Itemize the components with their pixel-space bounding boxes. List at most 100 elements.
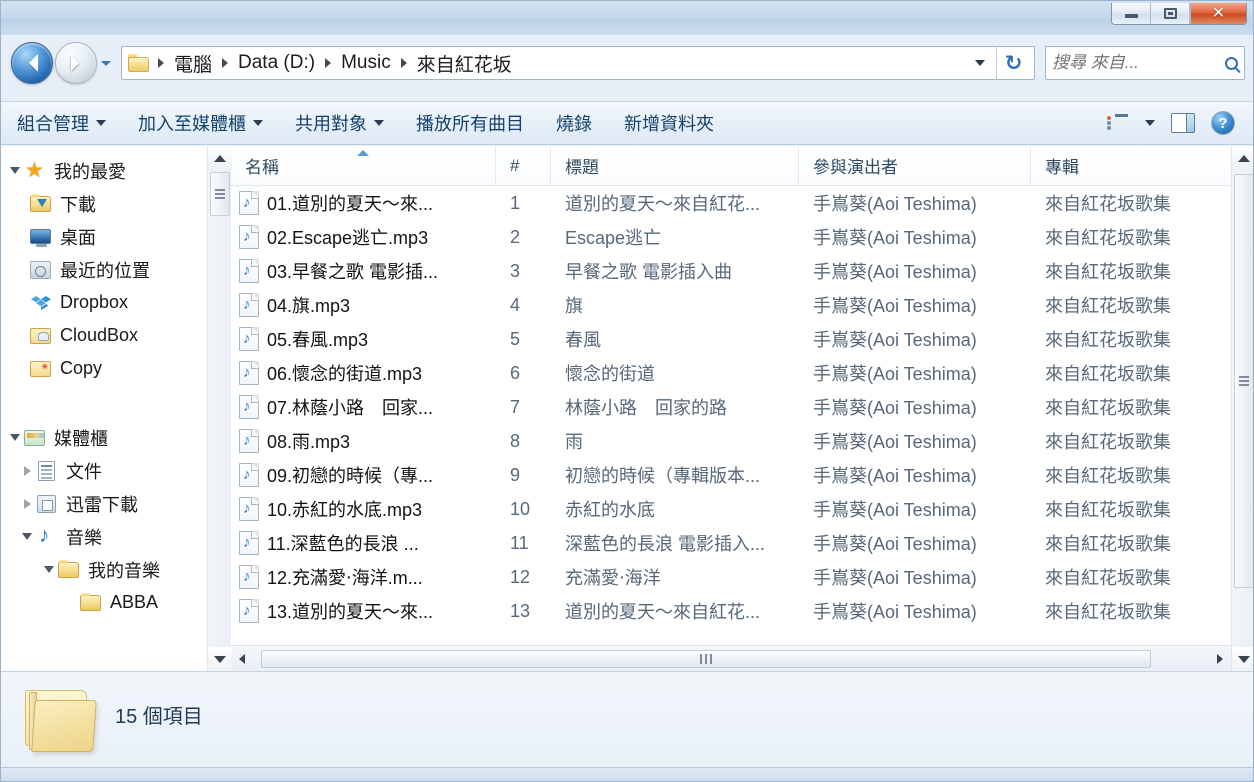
expander-open-icon[interactable] (41, 566, 57, 573)
close-button[interactable]: ✕ (1190, 3, 1246, 24)
breadcrumb-item-current[interactable]: 來自紅花坂 (412, 48, 517, 79)
file-name-cell[interactable]: ♪ 11.深藍色的長浪 ... (231, 530, 496, 556)
expander-open-icon[interactable] (7, 167, 23, 174)
breadcrumb-item-music[interactable]: Music (336, 50, 396, 76)
sidebar-group-libraries-label: 媒體櫃 (54, 428, 108, 449)
minimize-button[interactable] (1112, 3, 1151, 24)
sidebar-item-documents[interactable]: 文件 (1, 454, 207, 487)
file-list-scrollbar[interactable] (1231, 146, 1253, 671)
sidebar-item-abba[interactable]: ABBA (1, 586, 207, 619)
file-name-cell[interactable]: ♪ 09.初戀的時候（專... (231, 462, 496, 488)
column-header-name[interactable]: 名稱 (231, 146, 496, 185)
table-row[interactable]: ♪ 10.赤紅的水底.mp3 10 赤紅的水底 手嶌葵(Aoi Teshima) 來自紅花… (231, 492, 1231, 526)
file-name-cell[interactable]: ♪ 01.道別的夏天～來... (231, 190, 496, 216)
file-name-cell[interactable]: ♪ 04.旗.mp3 (231, 292, 496, 318)
include-in-library-button[interactable]: 加入至媒體櫃 (124, 106, 277, 140)
table-row[interactable]: ♪ 04.旗.mp3 4 旗 手嶌葵(Aoi Teshima) 來自紅花坂歌集 (231, 288, 1231, 322)
expander-closed-icon[interactable] (19, 498, 35, 509)
breadcrumb-item-computer[interactable]: 電腦 (169, 48, 217, 79)
sidebar-item-thunder-download-label: 迅雷下載 (66, 494, 138, 515)
scroll-down-button[interactable] (208, 647, 232, 671)
music-file-icon: ♪ (239, 327, 259, 351)
play-all-button[interactable]: 播放所有曲目 (402, 106, 538, 140)
table-row[interactable]: ♪ 11.深藍色的長浪 ... 11 深藍色的長浪 電影插入... 手嶌葵(Aoi Te… (231, 526, 1231, 560)
recent-locations-button[interactable] (97, 42, 115, 84)
file-name-cell[interactable]: ♪ 13.道別的夏天～來... (231, 598, 496, 624)
scroll-left-button[interactable] (231, 653, 253, 664)
sidebar-item-music[interactable]: ♪ 音樂 (1, 520, 207, 553)
scroll-right-button[interactable] (1209, 653, 1231, 664)
preview-pane-icon (1171, 113, 1195, 133)
table-row[interactable]: ♪ 06.懷念的街道.mp3 6 懷念的街道 手嶌葵(Aoi Teshima) 來自紅花坂… (231, 356, 1231, 390)
file-name-cell[interactable]: ♪ 03.早餐之歌 電影插... (231, 258, 496, 284)
help-button[interactable]: ? (1205, 107, 1241, 139)
organize-button[interactable]: 組合管理 (3, 106, 120, 140)
expander-open-icon[interactable] (7, 434, 23, 441)
forward-button[interactable] (55, 42, 97, 84)
scrollbar-thumb[interactable] (261, 649, 1151, 668)
track-number-cell: 8 (510, 430, 521, 451)
restore-button[interactable] (1151, 3, 1190, 24)
change-view-button[interactable] (1099, 110, 1135, 136)
column-header-title[interactable]: 標題 (551, 146, 799, 185)
search-icon[interactable] (1225, 56, 1238, 70)
sidebar-item-recent-places[interactable]: 最近的位置 (1, 253, 207, 286)
scroll-up-button[interactable] (1232, 146, 1253, 170)
close-icon: ✕ (1211, 4, 1226, 22)
refresh-button[interactable]: ↻ (996, 46, 1030, 80)
file-name-cell[interactable]: ♪ 08.雨.mp3 (231, 428, 496, 454)
scrollbar-track[interactable] (253, 649, 1209, 669)
table-row[interactable]: ♪ 12.充滿愛‧海洋.m... 12 充滿愛‧海洋 手嶌葵(Aoi Teshima) 來… (231, 560, 1231, 594)
view-dropdown-button[interactable] (1139, 116, 1161, 130)
navigation-pane-scrollbar[interactable] (207, 146, 232, 671)
scrollbar-thumb[interactable] (210, 172, 230, 216)
sidebar-item-my-music[interactable]: 我的音樂 (1, 553, 207, 586)
file-name-cell[interactable]: ♪ 06.懷念的街道.mp3 (231, 360, 496, 386)
file-name-cell[interactable]: ♪ 05.春風.mp3 (231, 326, 496, 352)
sidebar-item-thunder-download[interactable]: 迅雷下載 (1, 487, 207, 520)
share-with-button[interactable]: 共用對象 (281, 106, 398, 140)
desktop-icon (29, 226, 53, 248)
table-row[interactable]: ♪ 07.林蔭小路 回家... 7 林蔭小路 回家的路 手嶌葵(Aoi Teshima)… (231, 390, 1231, 424)
sidebar-group-favorites[interactable]: ★ 我的最愛 (1, 154, 207, 187)
sidebar-item-desktop[interactable]: 桌面 (1, 220, 207, 253)
scroll-up-button[interactable] (208, 146, 232, 170)
column-header-album[interactable]: 專輯 (1031, 146, 1231, 185)
sidebar-item-dropbox[interactable]: Dropbox (1, 286, 207, 319)
file-name-cell[interactable]: ♪ 12.充滿愛‧海洋.m... (231, 564, 496, 590)
file-name-cell[interactable]: ♪ 10.赤紅的水底.mp3 (231, 496, 496, 522)
table-row[interactable]: ♪ 05.春風.mp3 5 春風 手嶌葵(Aoi Teshima) 來自紅花坂歌集 (231, 322, 1231, 356)
scrollbar-thumb[interactable] (1234, 174, 1253, 588)
burn-button[interactable]: 燒錄 (542, 106, 606, 140)
column-header-artist[interactable]: 參與演出者 (799, 146, 1031, 185)
search-input[interactable] (1052, 53, 1221, 73)
table-row[interactable]: ♪ 03.早餐之歌 電影插... 3 早餐之歌 電影插入曲 手嶌葵(Aoi Teshim… (231, 254, 1231, 288)
file-name-cell[interactable]: ♪ 02.Escape逃亡.mp3 (231, 224, 496, 250)
sidebar-group-libraries[interactable]: 媒體櫃 (1, 421, 207, 454)
table-row[interactable]: ♪ 13.道別的夏天～來... 13 道別的夏天～來自紅花... 手嶌葵(Aoi Tes… (231, 594, 1231, 628)
sidebar-item-documents-label: 文件 (66, 461, 102, 482)
scroll-down-button[interactable] (1232, 647, 1253, 671)
expander-open-icon[interactable] (19, 533, 35, 540)
table-row[interactable]: ♪ 08.雨.mp3 8 雨 手嶌葵(Aoi Teshima) 來自紅花坂歌集 (231, 424, 1231, 458)
sidebar-item-copy[interactable]: Copy (1, 352, 207, 385)
back-button[interactable] (11, 42, 53, 84)
table-row[interactable]: ♪ 09.初戀的時候（專... 9 初戀的時候（專輯版本... 手嶌葵(Aoi Tesh… (231, 458, 1231, 492)
dropbox-icon (29, 292, 53, 314)
search-box[interactable] (1045, 46, 1245, 80)
sidebar-item-downloads[interactable]: 下載 (1, 187, 207, 220)
table-row[interactable]: ♪ 02.Escape逃亡.mp3 2 Escape逃亡 手嶌葵(Aoi Teshima… (231, 220, 1231, 254)
file-list-horizontal-scrollbar[interactable] (231, 645, 1231, 671)
file-name-cell[interactable]: ♪ 07.林蔭小路 回家... (231, 394, 496, 420)
new-folder-button[interactable]: 新增資料夾 (610, 106, 728, 140)
table-row[interactable]: ♪ 01.道別的夏天～來... 1 道別的夏天～來自紅花... 手嶌葵(Aoi Tesh… (231, 186, 1231, 220)
address-dropdown-button[interactable] (968, 60, 992, 66)
sidebar-item-cloudbox[interactable]: CloudBox (1, 319, 207, 352)
expander-closed-icon[interactable] (19, 465, 35, 476)
preview-pane-button[interactable] (1165, 109, 1201, 137)
file-name-label: 13.道別的夏天～來... (267, 602, 434, 622)
breadcrumb-bar[interactable]: 電腦 Data (D:) Music 來自紅花坂 ↻ (121, 46, 1035, 80)
title-cell: 懷念的街道 (565, 364, 655, 384)
breadcrumb-item-drive[interactable]: Data (D:) (233, 50, 320, 76)
column-header-track-number[interactable]: # (496, 146, 551, 185)
